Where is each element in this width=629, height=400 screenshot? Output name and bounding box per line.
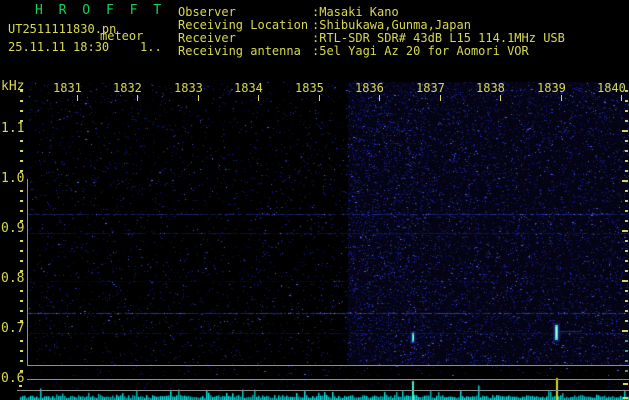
meta-label-3: Receiving antenna [178,44,301,58]
time-label-1837: 1837 [416,81,445,95]
freq-tick-right [622,230,628,232]
freq-tick-left [20,100,23,102]
hrofft-screen: H R O F F T UT2511111830.pn meteor 25.11… [0,0,629,400]
meta-value-3: :5el Yagi Az 20 for Aomori VOR [312,44,529,58]
freq-tick-left [20,90,23,92]
freq-tick-right [622,330,628,332]
time-tick [137,95,138,101]
freq-tick-right [625,270,628,272]
freq-tick-right [625,300,628,302]
freq-tick-right [625,350,628,352]
freq-tick-left [20,210,23,212]
freq-label-0.8: 0.8 [1,271,25,286]
freq-tick-right [625,120,628,122]
time-label-1838: 1838 [476,81,505,95]
freq-tick-left [20,190,23,192]
time-label-1835: 1835 [295,81,324,95]
time-tick [561,95,562,101]
freq-label-0.7: 0.7 [1,321,25,336]
freq-tick-left [20,140,23,142]
freq-tick-right [625,150,628,152]
freq-label-1.1: 1.1 [1,121,25,136]
freq-label-1.0: 1.0 [1,171,25,186]
time-label-1839: 1839 [537,81,566,95]
freq-tick-right [622,180,628,182]
freq-tick-right [625,200,628,202]
freq-label-0.6: 0.6 [1,371,25,386]
freq-tick-left [20,350,23,352]
time-tick [319,95,320,101]
freq-tick-left [20,320,23,322]
freq-tick-right [625,370,628,372]
time-label-1831: 1831 [53,81,82,95]
time-tick [440,95,441,101]
time-tick [379,95,380,101]
plot-left-border [27,179,28,366]
freq-tick-right [625,160,628,162]
freq-tick-left [20,250,23,252]
freq-tick-left [20,360,23,362]
freq-tick-left [20,110,23,112]
plot-bottom-border [27,365,629,366]
freq-tick-right [625,100,628,102]
freq-tick-right [625,110,628,112]
freq-tick-left [20,340,23,342]
freq-tick-left [20,200,23,202]
freq-tick-right [625,240,628,242]
freq-tick-right [625,220,628,222]
freq-tick-left [20,370,23,372]
freq-tick-left [20,220,23,222]
right-bottom-tick [623,397,628,399]
observation-datetime: 25.11.11 18:30 [8,40,110,54]
time-tick [77,95,78,101]
freq-tick-right [625,170,628,172]
freq-tick-right [625,310,628,312]
freq-tick-left [20,290,23,292]
time-label-1832: 1832 [113,81,142,95]
time-tick [198,95,199,101]
freq-tick-left [20,300,23,302]
freq-tick-right [625,190,628,192]
time-label-1834: 1834 [234,81,263,95]
freq-tick-left-extra [19,385,22,387]
freq-tick-left [20,260,23,262]
freq-tick-left [20,170,23,172]
freq-tick-right [625,260,628,262]
time-tick [500,95,501,101]
freq-tick-left [20,240,23,242]
freq-tick-left [20,160,23,162]
time-tick [258,95,259,101]
freq-tick-right [622,130,628,132]
freq-tick-left [20,120,23,122]
freq-tick-right [622,280,628,282]
freq-tick-right [625,210,628,212]
freq-tick-left [20,310,23,312]
meteor-count: 1.. [140,40,162,54]
spectrogram-canvas [28,76,629,379]
time-label-1840: 1840 [597,81,626,95]
time-tick [621,95,622,101]
freq-tick-right [625,250,628,252]
freq-tick-right [625,90,628,92]
freq-tick-left [20,270,23,272]
level-graph-top-border [17,390,629,391]
freq-tick-right [625,320,628,322]
freq-tick-right [625,140,628,142]
right-bottom-tick [623,383,628,385]
time-label-1833: 1833 [174,81,203,95]
freq-tick-right [625,340,628,342]
app-title: H R O F F T [35,3,166,18]
freq-tick-left [20,150,23,152]
freq-tick-right [625,360,628,362]
freq-label-0.9: 0.9 [1,221,25,236]
time-label-1836: 1836 [355,81,384,95]
freq-tick-right [625,290,628,292]
baseline-0p6-line [27,379,629,380]
